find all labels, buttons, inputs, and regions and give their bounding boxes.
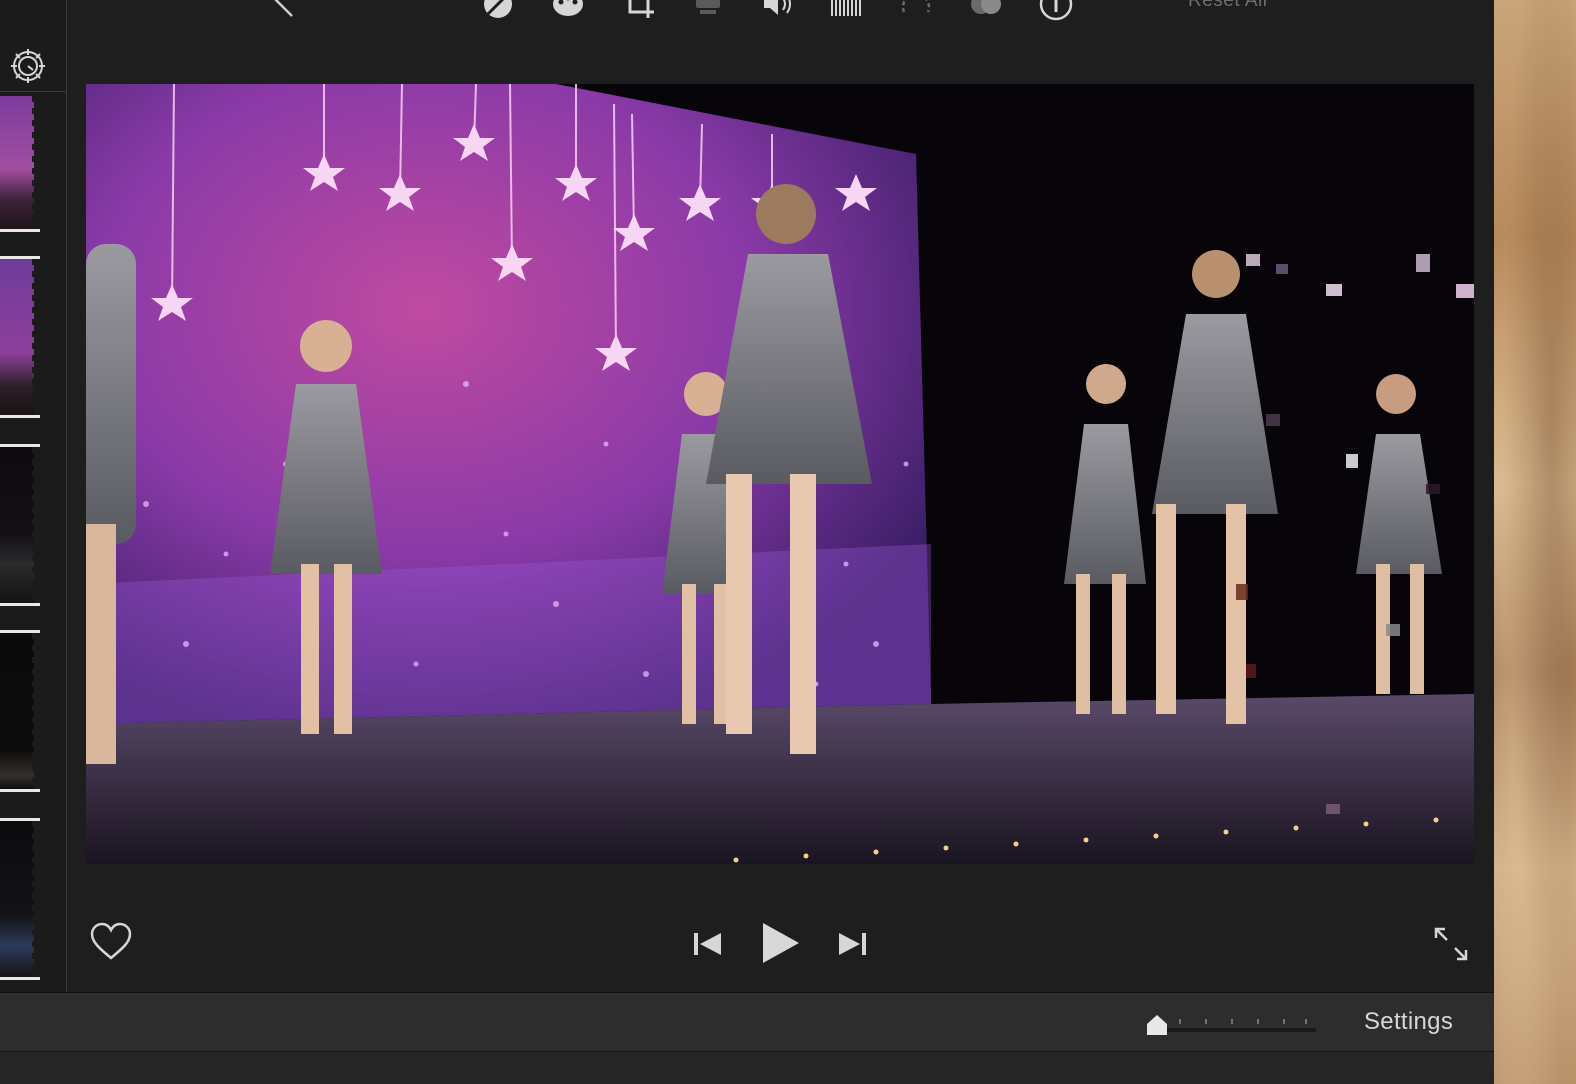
clip-thumbnail[interactable] bbox=[0, 630, 40, 792]
speed-icon[interactable] bbox=[898, 0, 934, 22]
clip-filter-icon[interactable] bbox=[968, 0, 1004, 22]
clip-thumbnail[interactable] bbox=[0, 818, 40, 980]
gear-icon bbox=[11, 48, 45, 83]
clip-thumbnail[interactable] bbox=[0, 96, 40, 232]
favorite-button[interactable] bbox=[89, 922, 133, 962]
settings-button[interactable]: Settings bbox=[1364, 1008, 1453, 1036]
clip-thumbnail[interactable] bbox=[0, 444, 40, 606]
play-button[interactable] bbox=[757, 918, 803, 968]
skip-back-icon bbox=[694, 933, 721, 955]
volume-icon[interactable] bbox=[760, 0, 796, 22]
video-viewer[interactable] bbox=[86, 84, 1474, 864]
noise-reduction-icon[interactable] bbox=[828, 0, 864, 22]
stabilization-icon[interactable] bbox=[690, 0, 726, 22]
skip-back-button[interactable] bbox=[687, 924, 727, 964]
skip-forward-icon bbox=[839, 933, 866, 955]
clip-filmstrip bbox=[0, 0, 67, 992]
info-icon[interactable] bbox=[1038, 0, 1074, 22]
adjustments-toolbar: Reset All bbox=[0, 0, 1494, 40]
video-frame bbox=[86, 84, 1474, 864]
timeline-area bbox=[0, 1052, 1494, 1084]
desktop-background bbox=[1494, 0, 1576, 1084]
playback-controls bbox=[67, 900, 1494, 990]
color-balance-icon[interactable] bbox=[480, 0, 516, 22]
expand-icon bbox=[1434, 927, 1468, 961]
heart-icon bbox=[90, 922, 132, 960]
skip-forward-button[interactable] bbox=[833, 924, 873, 964]
timeline-zoom-slider[interactable] bbox=[1146, 1007, 1318, 1037]
fullscreen-button[interactable] bbox=[1431, 924, 1471, 964]
clip-thumbnail[interactable] bbox=[0, 256, 40, 418]
color-correction-icon[interactable] bbox=[550, 0, 586, 22]
slider-thumb bbox=[1147, 1015, 1167, 1035]
timeline-header-bar: Settings bbox=[0, 992, 1494, 1052]
crop-icon[interactable] bbox=[622, 0, 658, 22]
sidebar-settings-button[interactable] bbox=[0, 40, 66, 92]
reset-all-button[interactable]: Reset All bbox=[1188, 0, 1267, 12]
imovie-window: Reset All Settings bbox=[0, 0, 1494, 1084]
magic-wand-icon[interactable] bbox=[260, 0, 296, 22]
play-icon bbox=[763, 923, 799, 963]
